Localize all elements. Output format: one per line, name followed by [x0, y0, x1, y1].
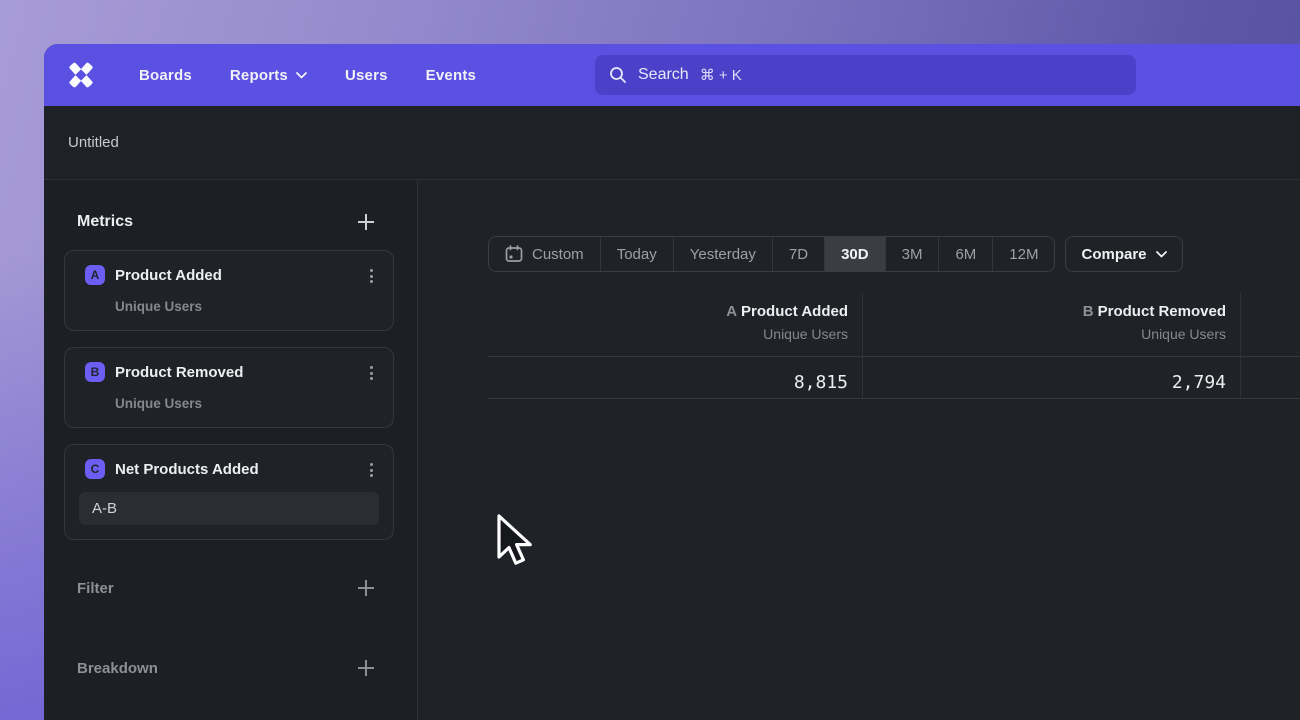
- date-range-label: Today: [617, 246, 657, 263]
- metric-name: Net Products Added: [115, 461, 259, 478]
- date-range-6m[interactable]: 6M: [938, 237, 992, 271]
- date-range-label: 30D: [841, 246, 869, 263]
- date-range-7d[interactable]: 7D: [772, 237, 824, 271]
- metrics-heading: Metrics: [77, 213, 133, 231]
- column-header-overflow: [1240, 293, 1300, 356]
- date-range-3m[interactable]: 3M: [885, 237, 939, 271]
- add-metric-button[interactable]: [356, 212, 376, 232]
- metric-name: Product Removed: [115, 364, 243, 381]
- chevron-down-icon: [1156, 251, 1167, 258]
- kebab-menu-icon[interactable]: [365, 269, 377, 283]
- calendar-icon: [505, 245, 523, 263]
- metric-card-c[interactable]: C Net Products Added A-B: [64, 444, 394, 540]
- compare-button[interactable]: Compare: [1065, 236, 1182, 272]
- breakdown-label: Breakdown: [77, 660, 158, 677]
- add-breakdown-button[interactable]: [356, 658, 376, 678]
- metric-badge: C: [85, 459, 105, 479]
- column-measure: Unique Users: [763, 323, 848, 345]
- date-range-label: 3M: [902, 246, 923, 263]
- top-nav: Boards Reports Users Events Search ⌘ + K: [44, 44, 1300, 106]
- date-range-30d[interactable]: 30D: [824, 237, 885, 271]
- filter-section: Filter: [44, 576, 417, 600]
- metric-measure[interactable]: Unique Users: [115, 396, 379, 411]
- value-cell[interactable]: 8,815: [488, 357, 862, 398]
- date-range-picker: Custom Today Yesterday 7D 30D 3M 6M 12M: [488, 236, 1055, 272]
- metric-value: 8,815: [794, 372, 848, 393]
- metric-card-b[interactable]: B Product Removed Unique Users: [64, 347, 394, 428]
- search-icon: [609, 66, 627, 84]
- search-shortcut: ⌘ + K: [700, 66, 742, 84]
- column-header-product-added[interactable]: AProduct Added Unique Users: [488, 293, 862, 356]
- column-header-product-removed[interactable]: BProduct Removed Unique Users: [862, 293, 1240, 356]
- date-range-label: 6M: [955, 246, 976, 263]
- nav-item-label: Events: [426, 67, 476, 84]
- table-value-row: 8,815 2,794: [488, 357, 1300, 399]
- date-range-label: Yesterday: [690, 246, 756, 263]
- column-badge: A: [726, 303, 737, 320]
- date-range-label: 12M: [1009, 246, 1038, 263]
- breakdown-section: Breakdown: [44, 656, 417, 680]
- nav-item-users[interactable]: Users: [345, 67, 388, 84]
- date-range-yesterday[interactable]: Yesterday: [673, 237, 772, 271]
- kebab-menu-icon[interactable]: [365, 366, 377, 380]
- date-range-label: 7D: [789, 246, 808, 263]
- date-range-label: Custom: [532, 246, 584, 263]
- app-window: Boards Reports Users Events Search ⌘ + K: [44, 44, 1300, 720]
- date-range-today[interactable]: Today: [600, 237, 673, 271]
- formula-input[interactable]: A-B: [79, 492, 379, 525]
- value-cell[interactable]: 2,794: [862, 357, 1240, 398]
- nav-item-boards[interactable]: Boards: [139, 67, 192, 84]
- report-title-bar: Untitled: [44, 106, 1300, 180]
- metric-badge: B: [85, 362, 105, 382]
- search-placeholder: Search: [638, 66, 689, 84]
- metric-badge: A: [85, 265, 105, 285]
- date-range-custom[interactable]: Custom: [489, 237, 600, 271]
- results-table: AProduct Added Unique Users BProduct Rem…: [488, 293, 1300, 399]
- add-filter-button[interactable]: [356, 578, 376, 598]
- nav-item-label: Boards: [139, 67, 192, 84]
- nav-items: Boards Reports Users Events: [139, 67, 476, 84]
- search-input[interactable]: Search ⌘ + K: [595, 55, 1136, 95]
- nav-item-label: Reports: [230, 67, 288, 84]
- nav-item-label: Users: [345, 67, 388, 84]
- value-cell: [1240, 357, 1300, 398]
- metric-name: Product Added: [115, 267, 222, 284]
- metrics-header: Metrics: [44, 212, 417, 232]
- nav-item-events[interactable]: Events: [426, 67, 476, 84]
- nav-item-reports[interactable]: Reports: [230, 67, 307, 84]
- date-range-12m[interactable]: 12M: [992, 237, 1054, 271]
- table-header-row: AProduct Added Unique Users BProduct Rem…: [488, 293, 1300, 357]
- mixpanel-logo-icon[interactable]: [66, 62, 96, 88]
- compare-label: Compare: [1081, 246, 1146, 263]
- results-panel: Custom Today Yesterday 7D 30D 3M 6M 12M …: [418, 180, 1300, 720]
- column-name: Product Removed: [1098, 303, 1226, 320]
- column-name: Product Added: [741, 303, 848, 320]
- date-toolbar: Custom Today Yesterday 7D 30D 3M 6M 12M …: [488, 236, 1183, 272]
- report-title[interactable]: Untitled: [68, 134, 119, 151]
- chevron-down-icon: [296, 72, 307, 79]
- kebab-menu-icon[interactable]: [365, 463, 377, 477]
- metric-measure[interactable]: Unique Users: [115, 299, 379, 314]
- column-measure: Unique Users: [1141, 323, 1226, 345]
- query-sidebar: Metrics A Product Added Unique Users B P…: [44, 180, 418, 720]
- column-badge: B: [1083, 303, 1094, 320]
- filter-label: Filter: [77, 580, 114, 597]
- metric-card-a[interactable]: A Product Added Unique Users: [64, 250, 394, 331]
- metric-value: 2,794: [1172, 372, 1226, 393]
